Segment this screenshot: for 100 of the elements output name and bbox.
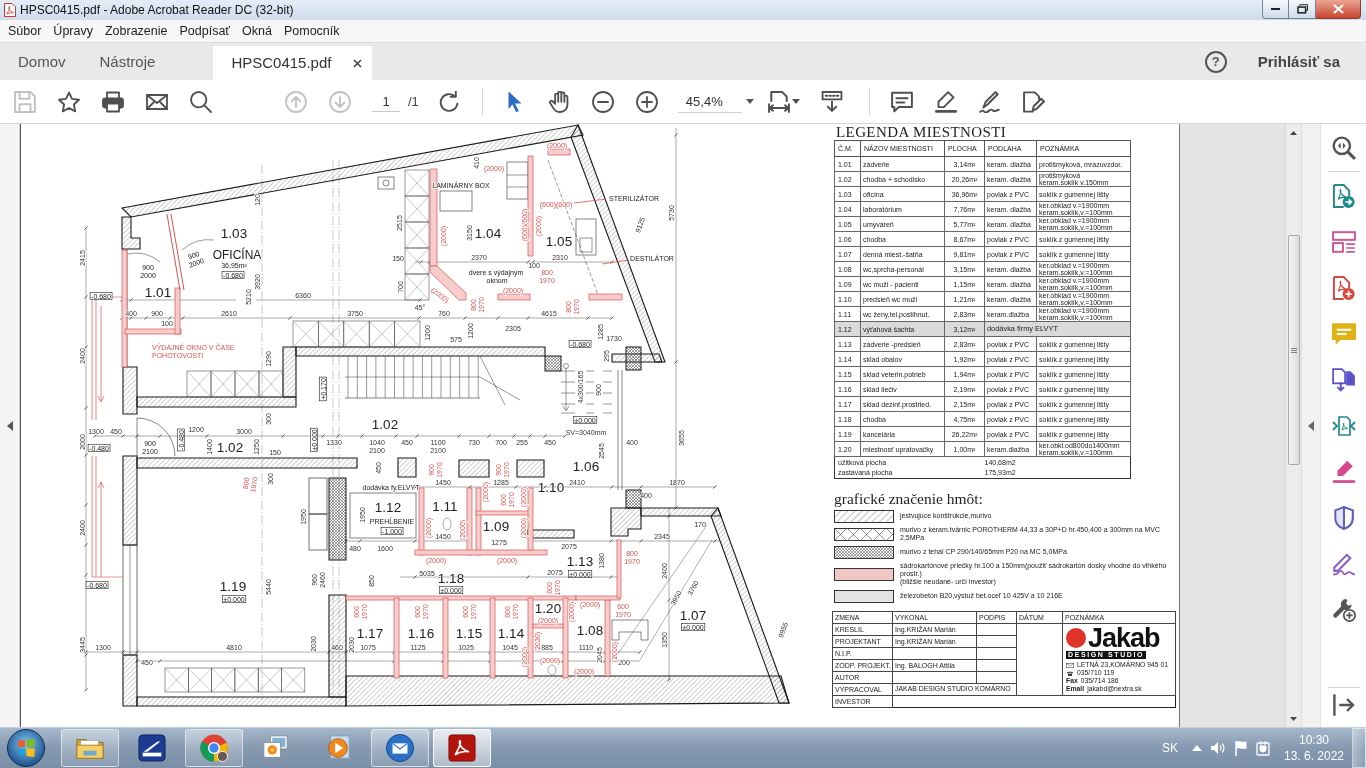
room-number: 1.05 xyxy=(545,233,573,249)
room-number: 1.04 xyxy=(474,225,502,241)
taskbar-button[interactable] xyxy=(433,729,491,767)
menu-item[interactable]: Pomocník xyxy=(283,23,340,39)
power-plug-icon[interactable] xyxy=(1256,740,1270,756)
tab[interactable]: Domov xyxy=(0,43,83,80)
up-arrow-circle-icon xyxy=(285,90,307,113)
printer-icon xyxy=(102,90,124,113)
room-number: 1.02 xyxy=(216,439,244,455)
sign-in-link[interactable]: Prihlásiť sa xyxy=(1257,52,1340,71)
cabinet xyxy=(404,169,430,197)
minus-circle-icon xyxy=(591,90,614,113)
document-arrow-icon xyxy=(1331,184,1356,208)
cabinet xyxy=(308,513,328,551)
scrollbar-thumb[interactable] xyxy=(1287,235,1300,465)
page-layout-icon xyxy=(1331,230,1356,254)
menu-item[interactable]: Zobrazenie xyxy=(104,23,168,39)
leader-line xyxy=(601,259,630,265)
appliance xyxy=(575,218,597,256)
steps xyxy=(560,363,613,414)
room-number: 1.15 xyxy=(455,625,483,641)
room-number: 1.08 xyxy=(576,622,604,638)
cabinet xyxy=(404,247,430,275)
hand-icon xyxy=(547,90,570,113)
tab[interactable]: HPSC0415.pdf xyxy=(213,46,373,80)
cabinet xyxy=(234,667,259,693)
material-swatch-icon xyxy=(834,527,894,541)
room-number: 1.06 xyxy=(572,458,600,474)
material-swatch-icon xyxy=(834,545,894,559)
document-arrows-icon xyxy=(1331,414,1356,438)
room-number: 1.10 xyxy=(537,479,565,495)
speech-bubble-icon xyxy=(890,90,913,113)
grip-icon xyxy=(1290,347,1297,353)
door-swing xyxy=(181,239,215,251)
room-name: OFICÍNA xyxy=(212,248,262,262)
wrench-plus-icon xyxy=(1331,598,1356,622)
menu-item[interactable]: Úpravy xyxy=(53,23,93,39)
star-icon xyxy=(58,90,80,113)
tab[interactable]: Nástroje xyxy=(82,43,173,80)
circular-arrow-icon xyxy=(437,90,460,113)
menu-item[interactable]: Okná xyxy=(242,23,272,39)
room-number: 1.13 xyxy=(566,553,594,569)
cabinet xyxy=(186,370,212,398)
vertical-scrollbar[interactable] xyxy=(1285,124,1301,727)
magnifier-icon xyxy=(1331,136,1356,160)
room-number: 1.16 xyxy=(407,625,435,641)
room-number: 1.11 xyxy=(432,498,458,514)
phone-icon xyxy=(1066,670,1074,676)
caret-icon[interactable] xyxy=(745,99,754,104)
cabinet xyxy=(164,667,189,693)
restore-icon xyxy=(1296,4,1308,14)
toilet xyxy=(547,664,557,676)
legend-title: grafické značenie hmôt: xyxy=(834,490,983,508)
tray-down-arrow-icon xyxy=(820,90,843,113)
sink xyxy=(377,176,395,190)
cabinet xyxy=(281,667,306,693)
speaker-icon[interactable] xyxy=(1210,741,1226,755)
leader-line xyxy=(573,198,607,204)
help-button[interactable]: ? xyxy=(1204,50,1227,73)
window-title: HPSC0415.pdf - Adobe Acrobat Reader DC (32-bit) xyxy=(20,2,294,18)
minimize-button[interactable] xyxy=(1262,0,1289,19)
room-number: 1.02 xyxy=(371,416,399,432)
search-icon xyxy=(190,90,212,113)
speech-bubble-icon xyxy=(1331,322,1356,346)
room-number: 1.12 xyxy=(374,499,402,515)
page-number-field[interactable]: 1 xyxy=(372,91,400,112)
up-caret-icon[interactable] xyxy=(1192,745,1202,751)
cabinet xyxy=(404,273,430,301)
envelope-globe-icon xyxy=(386,734,414,762)
partition-wall xyxy=(588,293,623,301)
page-pen-icon xyxy=(1022,90,1045,113)
scroll-up-icon xyxy=(1290,130,1297,135)
close-button[interactable] xyxy=(1316,0,1361,19)
cabinet xyxy=(404,221,430,249)
taskbar-button[interactable] xyxy=(185,729,243,767)
room-number: 1.09 xyxy=(482,518,510,534)
swirl-tile-icon xyxy=(448,734,476,762)
cabinet xyxy=(343,320,370,348)
zoom-field[interactable]: 45,4% xyxy=(677,90,742,113)
kitchen-counter xyxy=(611,619,649,641)
menu-item[interactable]: Podpísať xyxy=(179,23,231,39)
logo-name: Jakab xyxy=(1088,626,1160,650)
cabinet xyxy=(318,320,345,348)
logo-circle-icon xyxy=(1066,628,1086,648)
start-button[interactable] xyxy=(6,728,46,768)
restore-button[interactable] xyxy=(1289,0,1316,19)
room-number: 1.03 xyxy=(220,225,248,241)
bar-arrow-icon xyxy=(1331,693,1356,717)
taskbar-button[interactable] xyxy=(371,729,429,767)
flag-icon[interactable] xyxy=(1234,740,1248,756)
material-swatch-icon xyxy=(834,509,894,523)
marker-icon xyxy=(934,90,957,113)
signature-pen-icon xyxy=(1331,552,1356,576)
close-icon[interactable] xyxy=(353,58,363,68)
room-number: 1.20 xyxy=(534,600,562,616)
door-swing xyxy=(136,417,176,457)
door-swing xyxy=(127,252,161,263)
menu-item[interactable]: Súbor xyxy=(8,23,42,39)
page-width-icon xyxy=(767,90,790,113)
material-swatch-icon xyxy=(834,567,894,581)
